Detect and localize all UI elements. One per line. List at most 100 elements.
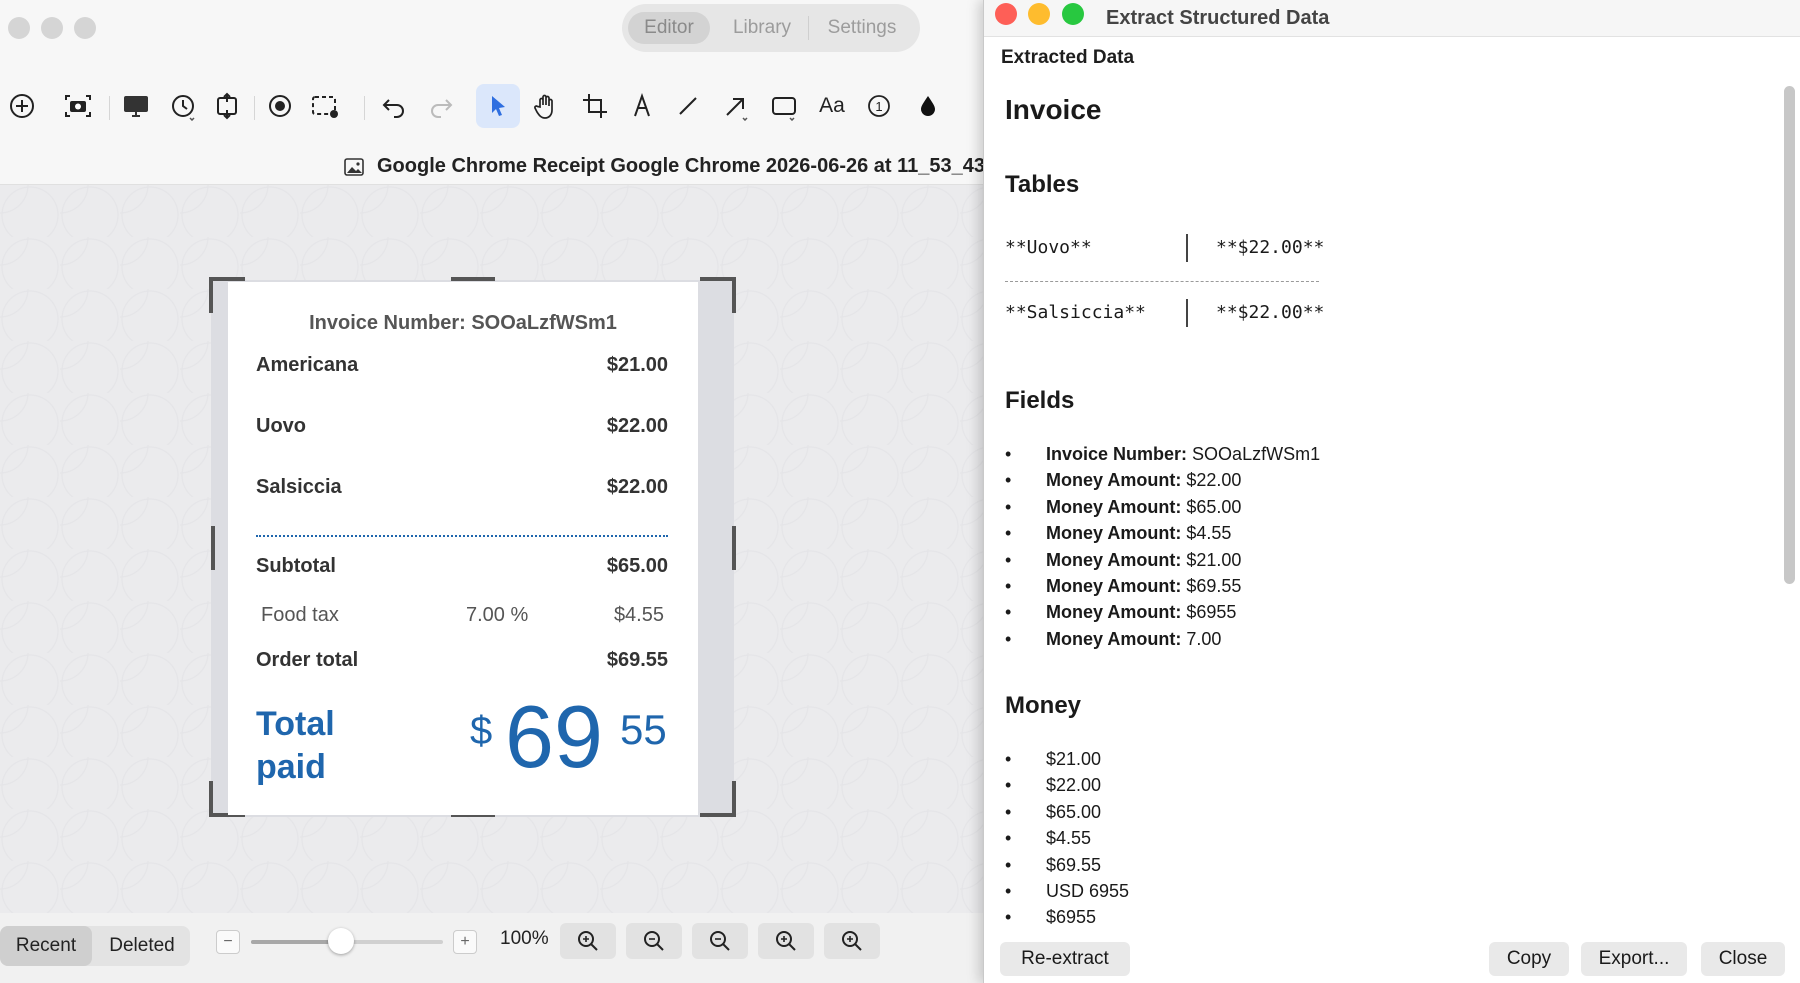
add-button[interactable] — [0, 84, 44, 128]
zoom-out-button[interactable]: − — [216, 930, 240, 954]
editor-window: Editor Library Settings Aa 1 Google Chro… — [0, 0, 985, 983]
section-header: Extracted Data — [1001, 47, 1135, 68]
editor-toolbar: Aa 1 — [0, 64, 985, 150]
bullet: • — [1005, 549, 1012, 570]
close-button[interactable]: Close — [1701, 942, 1785, 976]
minimize-window-button[interactable] — [41, 17, 63, 39]
field-value: $22.00 — [1186, 470, 1242, 491]
counter-tool-button[interactable]: 1 — [857, 84, 901, 128]
select-region-icon — [312, 96, 338, 118]
crop-handle-top-left[interactable] — [209, 277, 245, 281]
tab-divider — [808, 16, 809, 40]
redo-button[interactable] — [419, 84, 463, 128]
field-key: Money Amount: — [1046, 496, 1182, 517]
close-window-button[interactable] — [8, 17, 30, 39]
document-heading: Invoice — [1005, 94, 1102, 125]
crop-handle-right-middle[interactable] — [732, 526, 736, 570]
resize-button[interactable] — [205, 84, 249, 128]
panel-close-light[interactable] — [995, 3, 1017, 25]
zoom-fit-button[interactable] — [560, 923, 616, 959]
item-price: $22.00 — [606, 415, 668, 437]
undo-icon — [382, 99, 404, 118]
zoom-selection-icon — [842, 931, 862, 951]
panel-minimize-light[interactable] — [1028, 3, 1050, 25]
scrollbar-thumb[interactable] — [1784, 86, 1795, 584]
zoom-slider-knob[interactable] — [328, 928, 355, 954]
redo-icon — [431, 99, 453, 118]
rectangle-tool-button[interactable] — [762, 84, 806, 128]
crop-handle-left-middle[interactable] — [211, 526, 215, 570]
panel-zoom-light[interactable] — [1062, 3, 1084, 25]
text-tool-button[interactable]: Aa — [810, 84, 854, 128]
export-button[interactable]: Export... — [1581, 942, 1687, 976]
invoice-number-label: Invoice Number: SOOaLzfWSm1 — [309, 312, 617, 334]
field-text: Money Amount: $21.00 — [1046, 548, 1241, 572]
crop-handle-bottom-left-vertical[interactable] — [209, 781, 213, 817]
screenshot-button[interactable] — [56, 84, 100, 128]
select-region-button[interactable] — [303, 84, 347, 128]
field-text: Money Amount: $22.00 — [1046, 468, 1241, 492]
tax-label: Food tax — [261, 604, 339, 626]
tables-heading: Tables — [1005, 171, 1080, 198]
money-heading: Money — [1005, 692, 1082, 719]
zoom-in-button[interactable]: + — [453, 930, 477, 954]
zoom-selection-button[interactable] — [824, 923, 880, 959]
toolbar-divider — [254, 96, 255, 120]
pointer-tool-button[interactable] — [476, 84, 520, 128]
screenshot-icon — [65, 95, 91, 117]
reextract-button[interactable]: Re-extract — [1000, 942, 1130, 976]
deleted-tab[interactable]: Deleted — [94, 926, 190, 966]
crop-tool-button[interactable] — [573, 84, 617, 128]
crop-handle-top-right[interactable] — [700, 277, 736, 281]
copy-button[interactable]: Copy — [1489, 942, 1569, 976]
crop-handle-top-right-vertical[interactable] — [732, 277, 736, 313]
subtotal-label: Subtotal — [256, 555, 336, 577]
line-tool-button[interactable] — [666, 84, 710, 128]
bullet: • — [1005, 496, 1012, 517]
bullet: • — [1005, 576, 1012, 596]
bullet: • — [1005, 749, 1012, 769]
hand-tool-button[interactable] — [524, 84, 568, 128]
money-value: $65.00 — [1046, 801, 1102, 822]
tab-library[interactable]: Library — [719, 12, 805, 44]
total-paid-label: paid — [256, 748, 326, 786]
field-key: Money Amount: — [1046, 470, 1182, 491]
field-value: SOOaLzfWSm1 — [1192, 444, 1321, 464]
timer-button[interactable] — [161, 84, 205, 128]
tab-editor[interactable]: Editor — [628, 12, 710, 44]
crop-handle-bottom-right-vertical[interactable] — [732, 781, 736, 817]
bullet: • — [1005, 775, 1012, 796]
bullet: • — [1005, 444, 1012, 464]
extract-panel: Extract Structured Data Extracted Data I… — [983, 0, 1800, 983]
crop-handle-top-middle[interactable] — [451, 277, 495, 281]
toolbar-divider — [364, 96, 365, 120]
zoom-window-button[interactable] — [74, 17, 96, 39]
display-capture-button[interactable] — [114, 84, 158, 128]
field-value: $6955 — [1186, 602, 1237, 623]
receipt-divider — [256, 535, 668, 537]
zoom-out-icon — [710, 931, 730, 951]
field-text: Money Amount: 7.00 — [1046, 627, 1221, 651]
arrow-tool-button[interactable] — [714, 84, 758, 128]
fill-tool-button[interactable] — [906, 84, 950, 128]
toolbar-divider — [109, 96, 110, 120]
tax-value: $4.55 — [613, 604, 664, 626]
field-key: Money Amount: — [1046, 549, 1182, 570]
display-icon — [124, 96, 148, 117]
record-button[interactable] — [258, 84, 302, 128]
tab-settings[interactable]: Settings — [812, 12, 912, 44]
undo-button[interactable] — [372, 84, 416, 128]
recent-tab[interactable]: Recent — [0, 926, 92, 966]
bullet: • — [1005, 523, 1012, 544]
subtotal-value: $65.00 — [606, 555, 668, 577]
zoom-actual-button[interactable] — [626, 923, 682, 959]
zoom-in-magnifier-button[interactable] — [758, 923, 814, 959]
pen-tool-button[interactable] — [620, 84, 664, 128]
zoom-out-magnifier-button[interactable] — [692, 923, 748, 959]
item-price: $22.00 — [606, 476, 668, 498]
crop-handle-top-left-vertical[interactable] — [209, 277, 213, 313]
zoom-in-icon — [776, 931, 796, 951]
panel-title: Extract Structured Data — [1106, 7, 1330, 29]
tax-rate: 7.00 % — [466, 604, 529, 626]
crop-handle-bottom-right[interactable] — [700, 813, 736, 817]
